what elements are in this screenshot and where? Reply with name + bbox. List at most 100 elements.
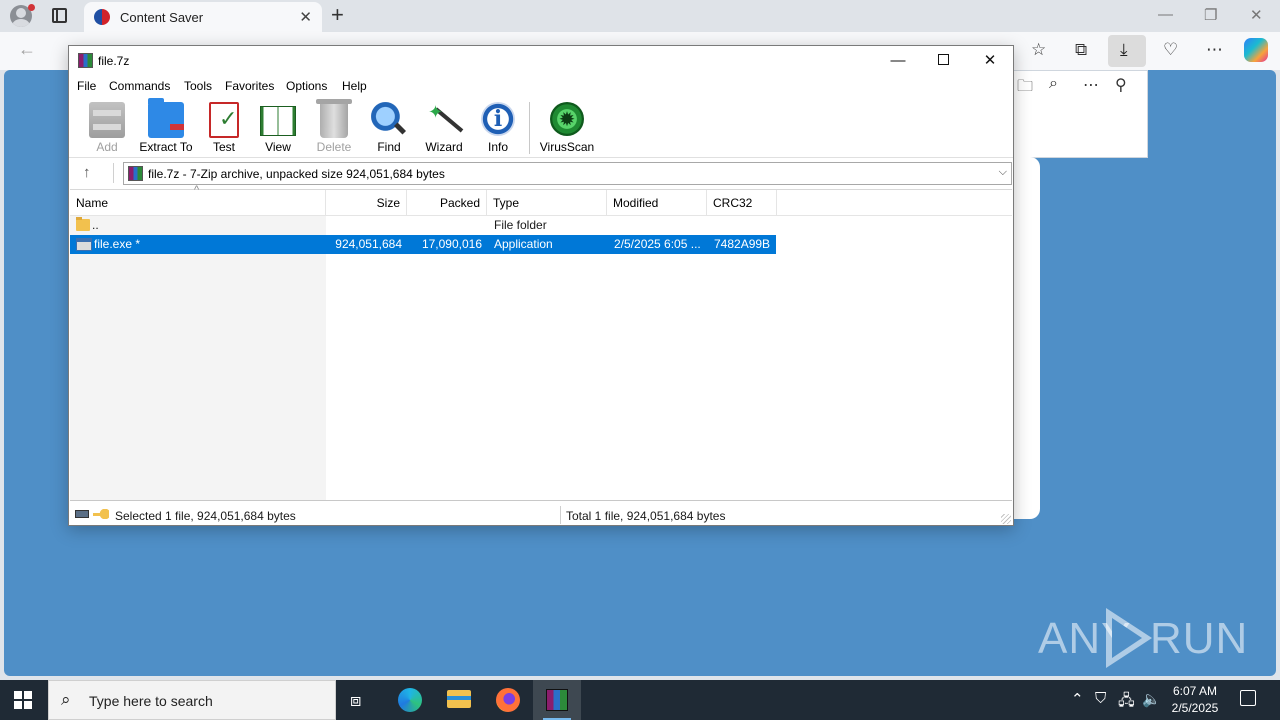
more-icon[interactable]: ⋯ (1083, 75, 1099, 95)
browser-restore-button[interactable]: ❐ (1204, 6, 1217, 24)
menu-file[interactable]: File (77, 79, 96, 93)
add-button[interactable]: Add (83, 100, 131, 156)
wand-icon (426, 102, 462, 138)
open-folder-icon[interactable]: 🗀 (1017, 75, 1033, 102)
delete-button[interactable]: Delete (311, 99, 357, 156)
status-bar: Selected 1 file, 924,051,684 bytes Total… (69, 504, 1013, 526)
downloads-panel: 🗀 ⌕ ⋯ ⚲ (1010, 70, 1148, 158)
volume-icon[interactable]: 🔈 (1142, 690, 1161, 708)
path-bar: ↑ file.7z - 7-Zip archive, unpacked size… (69, 161, 1013, 186)
taskbar-file-explorer[interactable] (435, 680, 483, 720)
taskbar-search-box[interactable]: ⌕ Type here to search (48, 680, 336, 720)
wizard-button[interactable]: Wizard (421, 100, 467, 156)
menu-favorites[interactable]: Favorites (225, 79, 274, 93)
winrar-minimize-button[interactable]: — (884, 50, 912, 72)
winrar-icon (546, 689, 568, 711)
menu-commands[interactable]: Commands (109, 79, 170, 93)
menu-tools[interactable]: Tools (184, 79, 212, 93)
executable-icon (76, 238, 92, 251)
tab-close-icon[interactable]: ✕ (299, 8, 312, 26)
status-selected-text: Selected 1 file, 924,051,684 bytes (115, 509, 296, 523)
back-arrow-icon[interactable]: ← (18, 39, 36, 60)
taskbar: ⌕ Type here to search ⧈ ⌃ ⛉ 🖧 🔈 6:07 AM … (0, 680, 1280, 720)
resize-grip-icon[interactable] (1001, 514, 1011, 524)
row-modified: 2/5/2025 6:05 ... (614, 237, 701, 251)
info-button[interactable]: Info (477, 100, 519, 156)
virusscan-button[interactable]: VirusScan (537, 100, 597, 156)
view-button[interactable]: View (255, 100, 301, 156)
key-icon[interactable] (93, 509, 109, 519)
show-hidden-icons-chevron-icon[interactable]: ⌃ (1071, 690, 1084, 708)
archive-icon (128, 166, 143, 181)
taskbar-firefox[interactable] (484, 680, 532, 720)
pin-icon[interactable]: ⚲ (1115, 75, 1127, 95)
chevron-down-icon[interactable]: ⌵ (999, 166, 1007, 179)
name-column-shading (70, 216, 326, 500)
window-title: file.7z (98, 54, 130, 68)
file-explorer-icon (447, 690, 471, 708)
column-header-type[interactable]: Type (487, 190, 607, 216)
tab-title: Content Saver (120, 10, 204, 25)
notification-center-icon[interactable] (1240, 690, 1256, 706)
status-divider (560, 506, 561, 524)
list-item-file-exe[interactable]: file.exe * 924,051,684 17,090,016 Applic… (70, 235, 776, 254)
taskbar-clock[interactable]: 6:07 AM 2/5/2025 (1166, 683, 1224, 717)
row-type: File folder (494, 218, 547, 232)
column-header-size[interactable]: Size (326, 190, 407, 216)
path-combobox[interactable]: file.7z - 7-Zip archive, unpacked size 9… (123, 162, 1012, 185)
row-name: .. (92, 218, 99, 232)
extract-folder-icon (148, 98, 184, 138)
up-arrow-icon[interactable]: ↑ (83, 164, 91, 181)
folder-icon (76, 217, 90, 231)
new-tab-button[interactable]: + (331, 3, 344, 27)
task-view-button[interactable]: ⧈ (336, 680, 384, 720)
wizard-label: Wizard (425, 140, 463, 154)
winrar-maximize-button[interactable] (938, 54, 949, 65)
collections-icon[interactable]: ⧉ (1075, 40, 1087, 60)
row-packed: 17,090,016 (421, 237, 482, 251)
column-header-packed[interactable]: Packed (407, 190, 487, 216)
copilot-icon[interactable] (1244, 38, 1268, 62)
windows-start-icon[interactable] (14, 691, 32, 709)
extract-to-button[interactable]: Extract To (137, 98, 195, 156)
more-options-icon[interactable]: ⋯ (1206, 40, 1223, 60)
list-header: ^ Name Size Packed Type Modified CRC32 (70, 184, 1012, 216)
favorites-icon[interactable]: ☆ (1031, 40, 1046, 60)
virus-scan-icon (550, 102, 584, 136)
virusscan-label: VirusScan (539, 140, 595, 154)
search-placeholder: Type here to search (89, 693, 213, 709)
taskbar-edge[interactable] (386, 680, 434, 720)
path-separator (113, 163, 114, 183)
file-list[interactable]: ^ Name Size Packed Type Modified CRC32 .… (70, 184, 1012, 501)
test-button[interactable]: Test (203, 100, 245, 156)
row-size: 924,051,684 (335, 237, 402, 251)
winrar-close-button[interactable]: ✕ (976, 50, 1004, 72)
menu-options[interactable]: Options (286, 79, 327, 93)
info-icon (481, 102, 515, 136)
browser-minimize-button[interactable]: — (1158, 6, 1173, 23)
browser-essentials-icon[interactable]: ♡ (1163, 40, 1178, 60)
browser-tab-content-saver[interactable]: Content Saver ✕ (84, 2, 322, 32)
downloads-button[interactable]: ⤓ (1108, 35, 1146, 67)
column-header-crc32[interactable]: CRC32 (707, 190, 777, 216)
status-total-text: Total 1 file, 924,051,684 bytes (566, 509, 726, 523)
toolbar-separator (529, 102, 530, 154)
column-header-name[interactable]: Name (70, 190, 326, 216)
security-icon[interactable]: ⛉ (1095, 690, 1106, 707)
drive-icon[interactable] (75, 510, 89, 518)
menu-bar: File Commands Tools Favorites Options He… (69, 76, 1013, 98)
winrar-title-bar[interactable]: file.7z — ✕ (69, 46, 1013, 76)
test-clipboard-icon (209, 102, 239, 138)
watermark-run: RUN (1150, 614, 1249, 663)
list-item-parent-folder[interactable]: .. File folder (70, 216, 776, 235)
network-icon[interactable]: 🖧 (1118, 690, 1135, 715)
info-label: Info (487, 140, 508, 154)
search-icon[interactable]: ⌕ (1049, 75, 1058, 93)
browser-close-button[interactable]: ✕ (1250, 6, 1263, 24)
search-icon: ⌕ (61, 690, 71, 709)
column-header-modified[interactable]: Modified (607, 190, 707, 216)
tab-actions-icon[interactable] (52, 8, 67, 23)
find-button[interactable]: Find (367, 100, 411, 156)
taskbar-winrar[interactable] (533, 680, 581, 720)
menu-help[interactable]: Help (342, 79, 367, 93)
